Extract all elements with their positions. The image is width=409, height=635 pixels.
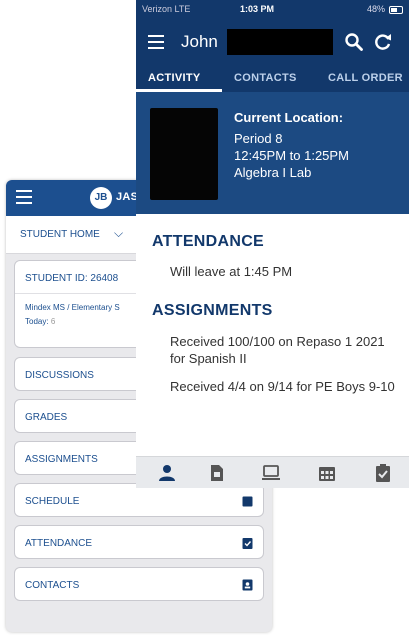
location-period: Period 8	[234, 131, 283, 146]
calendar-icon	[242, 496, 253, 507]
search-icon[interactable]	[344, 32, 364, 52]
tab-call-order[interactable]: CALL ORDER	[328, 72, 403, 84]
assignments-heading: ASSIGNMENTS	[152, 302, 273, 319]
school-name: Mindex MS / Elementary S	[25, 303, 120, 312]
today-count: Today: 6	[25, 317, 55, 326]
report-card-icon[interactable]	[208, 464, 226, 482]
menu-item-label: SCHEDULE	[25, 496, 80, 507]
today-value: 6	[50, 317, 56, 326]
menu-item-label: DISCUSSIONS	[25, 370, 94, 381]
app-bar: John	[136, 20, 409, 64]
student-id: STUDENT ID: 26408	[25, 273, 119, 284]
calendar-icon[interactable]	[318, 464, 336, 482]
avatar[interactable]: JB	[90, 187, 112, 209]
student-photo	[150, 108, 218, 200]
clipboard-check-icon	[242, 538, 253, 549]
menu-item-attendance[interactable]: ATTENDANCE	[14, 525, 264, 559]
clock: 1:03 PM	[240, 4, 275, 14]
refresh-icon[interactable]	[373, 32, 393, 52]
activity-screen: Verizon LTE 1:03 PM 48% John ACTIVITY CO…	[136, 0, 409, 488]
menu-item-schedule[interactable]: SCHEDULE	[14, 483, 264, 517]
dropdown-label: STUDENT HOME	[20, 229, 100, 240]
chevron-down-icon: ⌵	[114, 226, 124, 240]
attendance-entry: Will leave at 1:45 PM	[170, 264, 293, 279]
carrier-label: Verizon LTE	[142, 4, 191, 14]
location-heading: Current Location:	[234, 110, 344, 125]
menu-item-label: ASSIGNMENTS	[25, 454, 98, 465]
hamburger-menu-icon[interactable]	[148, 35, 164, 49]
computer-icon[interactable]	[262, 464, 280, 482]
menu-item-label: CONTACTS	[25, 580, 80, 591]
today-label: Today:	[25, 317, 49, 326]
menu-item-contacts[interactable]: CONTACTS	[14, 567, 264, 601]
redaction-bar	[227, 29, 333, 55]
contact-card-icon	[242, 579, 253, 591]
battery-icon	[389, 6, 403, 14]
assignment-entry: Received 100/100 on Repaso 1 2021 for Sp…	[170, 334, 385, 366]
hamburger-menu-icon[interactable]	[16, 190, 32, 204]
tab-bar: ACTIVITY CONTACTS CALL ORDER	[136, 64, 409, 92]
clipboard-check-icon[interactable]	[374, 464, 392, 482]
person-icon[interactable]	[158, 464, 176, 482]
tab-contacts[interactable]: CONTACTS	[234, 72, 297, 84]
status-bar: Verizon LTE 1:03 PM 48%	[136, 0, 409, 20]
page-title: John	[181, 32, 218, 51]
bottom-navigation	[136, 456, 409, 488]
assignment-entry: Received 4/4 on 9/14 for PE Boys 9-10	[170, 379, 395, 394]
tab-activity[interactable]: ACTIVITY	[148, 72, 201, 84]
attendance-heading: ATTENDANCE	[152, 233, 265, 250]
current-location-panel: Current Location: Period 8 12:45PM to 1:…	[136, 92, 409, 214]
battery-percent: 48%	[366, 4, 385, 14]
location-class: Algebra I Lab	[234, 165, 312, 180]
menu-item-label: ATTENDANCE	[25, 538, 93, 549]
location-time: 12:45PM to 1:25PM	[234, 148, 349, 163]
menu-item-label: GRADES	[25, 412, 68, 423]
